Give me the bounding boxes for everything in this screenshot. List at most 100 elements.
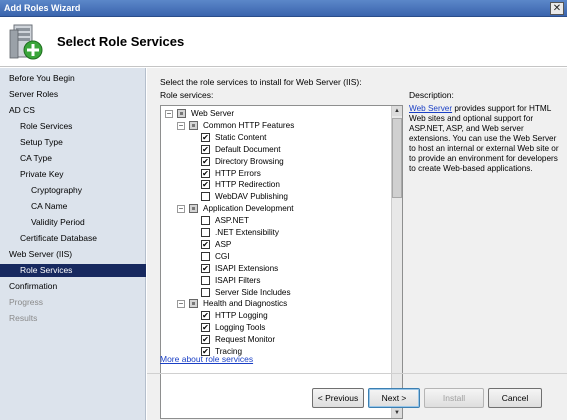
- description-label: Description:: [409, 90, 454, 100]
- tree-item-label: WebDAV Publishing: [215, 192, 288, 202]
- sidebar-item[interactable]: AD CS: [0, 104, 146, 117]
- tree-item-label: CGI: [215, 251, 230, 261]
- tree-row[interactable]: ISAPI Filters: [161, 275, 391, 287]
- tree-checkbox[interactable]: [201, 192, 210, 202]
- tree-row[interactable]: ✔ HTTP Errors: [161, 168, 391, 180]
- tree-item-label: Default Document: [215, 144, 281, 154]
- next-button[interactable]: Next >: [368, 388, 420, 408]
- more-about-role-services-link[interactable]: More about role services: [160, 354, 253, 364]
- tree-item-label: Logging Tools: [215, 323, 266, 333]
- tree-row[interactable]: ✔ Logging Tools: [161, 322, 391, 334]
- tree-checkbox[interactable]: [189, 299, 198, 309]
- title-bar: Add Roles Wizard ✕: [0, 0, 567, 17]
- tree-row[interactable]: ✔ ASP: [161, 239, 391, 251]
- tree-row[interactable]: ASP.NET: [161, 215, 391, 227]
- sidebar-item[interactable]: Web Server (IIS): [0, 248, 146, 261]
- tree-row[interactable]: − Web Server: [161, 108, 391, 120]
- tree-row[interactable]: − Application Development: [161, 203, 391, 215]
- sidebar-item[interactable]: CA Name: [0, 200, 146, 213]
- tree-checkbox[interactable]: [201, 228, 210, 237]
- tree-row[interactable]: .NET Extensibility: [161, 227, 391, 239]
- tree-scrollbar[interactable]: ▲ ▼: [391, 106, 402, 418]
- tree-checkbox[interactable]: ✔: [201, 132, 210, 142]
- sidebar-item[interactable]: Before You Begin: [0, 72, 146, 85]
- server-add-icon: [9, 24, 43, 60]
- tree-checkbox[interactable]: ✔: [201, 144, 210, 154]
- role-services-tree[interactable]: ▲ ▼ − Web Server − Common HTTP Features ✔ Sta…: [160, 105, 403, 419]
- sidebar-item[interactable]: Cryptography: [0, 184, 146, 197]
- collapse-icon[interactable]: −: [177, 121, 185, 130]
- collapse-icon[interactable]: −: [165, 110, 173, 118]
- wizard-header: Select Role Services: [0, 17, 567, 67]
- footer-divider: [147, 373, 567, 374]
- instruction-text: Select the role services to install for …: [160, 77, 362, 87]
- tree-row[interactable]: ✔ Static Content: [161, 132, 391, 144]
- tree-item-label: HTTP Redirection: [215, 180, 280, 190]
- tree-row[interactable]: ✔ Default Document: [161, 144, 391, 156]
- tree-item-label: Directory Browsing: [215, 156, 284, 166]
- cancel-button[interactable]: Cancel: [488, 388, 542, 408]
- sidebar-item: Progress: [9, 297, 44, 307]
- tree-checkbox[interactable]: ✔: [201, 335, 210, 345]
- tree-item-label: Web Server: [191, 109, 235, 118]
- sidebar-item[interactable]: Validity Period: [0, 216, 146, 229]
- tree-checkbox[interactable]: [201, 287, 210, 297]
- tree-checkbox[interactable]: [201, 275, 210, 285]
- tree-checkbox[interactable]: ✔: [201, 263, 210, 273]
- sidebar-item[interactable]: Role Services: [0, 264, 146, 277]
- tree-item-label: HTTP Logging: [215, 311, 268, 321]
- sidebar-item[interactable]: Server Roles: [0, 88, 146, 101]
- sidebar-item[interactable]: Role Services: [0, 120, 146, 133]
- collapse-icon[interactable]: −: [177, 205, 185, 214]
- tree-checkbox[interactable]: ✔: [201, 239, 210, 249]
- tree-checkbox[interactable]: [201, 216, 210, 226]
- tree-checkbox[interactable]: ✔: [201, 180, 210, 190]
- tree-item-label: Static Content: [215, 132, 267, 142]
- collapse-icon[interactable]: −: [177, 300, 185, 309]
- sidebar-item[interactable]: Setup Type: [0, 136, 146, 149]
- tree-item-label: Common HTTP Features: [203, 120, 295, 130]
- tree-row[interactable]: CGI: [161, 251, 391, 263]
- scroll-up-arrow-icon[interactable]: ▲: [392, 106, 402, 116]
- scroll-thumb[interactable]: [392, 118, 402, 198]
- previous-button[interactable]: < Previous: [312, 388, 364, 408]
- tree-row[interactable]: ✔ Directory Browsing: [161, 156, 391, 168]
- close-button[interactable]: ✕: [550, 2, 564, 15]
- main-panel: Select the role services to install for …: [147, 68, 567, 420]
- sidebar-item[interactable]: Private Key: [0, 168, 146, 181]
- tree-row[interactable]: ✔ ISAPI Extensions: [161, 263, 391, 275]
- page-title: Select Role Services: [57, 34, 185, 49]
- tree-checkbox[interactable]: ✔: [201, 311, 210, 321]
- install-button[interactable]: Install: [424, 388, 484, 408]
- tree-item-label: Request Monitor: [215, 335, 276, 345]
- tree-checkbox[interactable]: ✔: [201, 156, 210, 166]
- role-services-label: Role services:: [160, 90, 214, 100]
- tree-row[interactable]: ✔ HTTP Redirection: [161, 179, 391, 191]
- tree-checkbox[interactable]: ✔: [201, 323, 210, 333]
- tree-row[interactable]: − Health and Diagnostics: [161, 298, 391, 310]
- tree-checkbox[interactable]: [189, 204, 198, 214]
- tree-row[interactable]: − Common HTTP Features: [161, 120, 391, 132]
- sidebar-item: Results: [9, 313, 38, 323]
- tree-row[interactable]: Server Side Includes: [161, 287, 391, 299]
- description-body: provides support for HTML Web sites and …: [409, 104, 559, 173]
- tree-item-label: ISAPI Filters: [215, 275, 261, 285]
- tree-checkbox[interactable]: [201, 251, 210, 261]
- sidebar-item[interactable]: Certificate Database: [0, 232, 146, 245]
- sidebar-item[interactable]: Confirmation: [0, 280, 146, 293]
- tree-row[interactable]: ✔ HTTP Logging: [161, 310, 391, 322]
- tree-row[interactable]: WebDAV Publishing: [161, 191, 391, 203]
- tree-checkbox[interactable]: ✔: [201, 168, 210, 178]
- sidebar-item[interactable]: CA Type: [0, 152, 146, 165]
- tree-checkbox[interactable]: [189, 120, 198, 130]
- tree-item-label: ASP: [215, 239, 232, 249]
- tree-item-label: ASP.NET: [215, 216, 249, 226]
- wizard-steps-sidebar: Before You Begin Server Roles AD CS Role Se…: [0, 68, 146, 420]
- tree-row[interactable]: ✔ Request Monitor: [161, 334, 391, 346]
- web-server-link[interactable]: Web Server: [409, 104, 452, 113]
- scroll-down-arrow-icon[interactable]: ▼: [392, 408, 402, 418]
- tree-item-label: Server Side Includes: [215, 287, 291, 297]
- tree-checkbox[interactable]: [177, 109, 186, 118]
- tree-item-label: ISAPI Extensions: [215, 263, 279, 273]
- tree-item-label: Application Development: [203, 204, 294, 214]
